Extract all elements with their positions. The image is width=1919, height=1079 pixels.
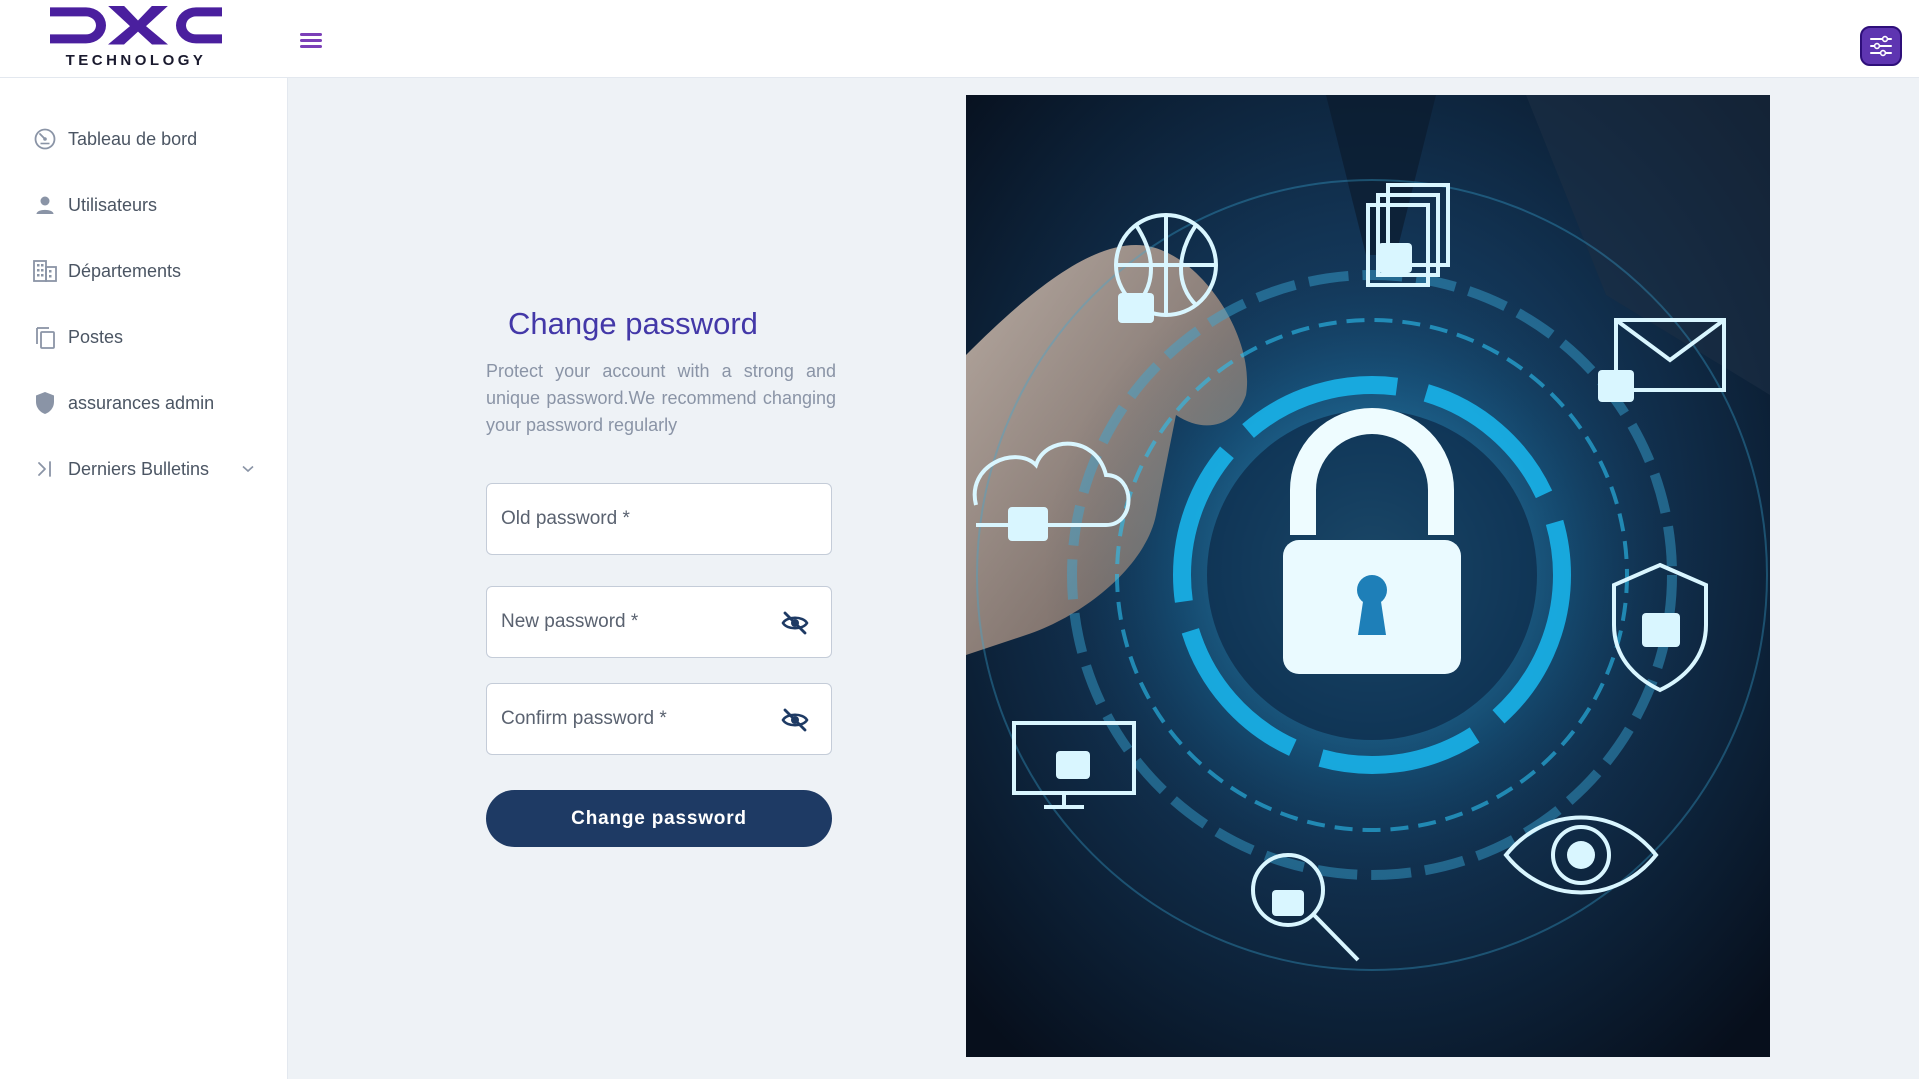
eye-off-icon[interactable] [781, 708, 809, 737]
building-icon [33, 260, 57, 282]
logo-subtitle: TECHNOLOGY [65, 52, 207, 69]
sidebar-item-assurances-admin[interactable]: assurances admin [22, 379, 272, 427]
hamburger-menu-icon[interactable] [296, 30, 326, 54]
sidebar-item-label: Tableau de bord [68, 128, 198, 149]
sidebar-item-label: Utilisateurs [68, 194, 158, 215]
sidebar-item-departments[interactable]: Départements [22, 247, 272, 295]
sidebar-item-derniers-bulletins[interactable]: Derniers Bulletins [22, 445, 272, 493]
old-password-field[interactable]: Old password * [486, 483, 832, 555]
new-password-field[interactable]: New password * [486, 586, 832, 658]
settings-button[interactable] [1860, 26, 1902, 66]
dashboard-icon [34, 128, 56, 150]
dxc-logo[interactable]: TECHNOLOGY [46, 6, 226, 74]
eye-off-icon[interactable] [781, 611, 809, 640]
old-password-label: Old password * [501, 508, 630, 529]
sidebar: Tableau de bord Utilisateurs Département… [0, 78, 288, 1079]
copy-icon [36, 327, 55, 349]
sidebar-item-postes[interactable]: Postes [22, 313, 272, 361]
confirm-password-label: Confirm password * [501, 708, 667, 729]
user-icon [36, 196, 54, 214]
security-illustration [966, 95, 1770, 1057]
confirm-password-field[interactable]: Confirm password * [486, 683, 832, 755]
dxc-logo-mark [50, 6, 222, 45]
new-password-label: New password * [501, 611, 639, 632]
sidebar-item-label: Départements [68, 260, 182, 281]
sidebar-item-label: Postes [68, 326, 124, 347]
sidebar-item-users[interactable]: Utilisateurs [22, 181, 272, 229]
sidebar-item-label: assurances admin [68, 392, 215, 413]
sliders-icon [1870, 35, 1892, 57]
top-bar: TECHNOLOGY [0, 0, 1919, 78]
form-description: Protect your account with a strong and u… [486, 361, 836, 435]
shield-icon [36, 392, 54, 414]
sidebar-item-dashboard[interactable]: Tableau de bord [22, 115, 272, 163]
sidebar-item-label: Derniers Bulletins [68, 458, 210, 479]
collapse-arrow-icon [38, 461, 51, 477]
page-title: Change password [508, 306, 758, 341]
chevron-down-icon[interactable] [242, 460, 254, 478]
change-password-button[interactable]: Change password [486, 790, 832, 847]
